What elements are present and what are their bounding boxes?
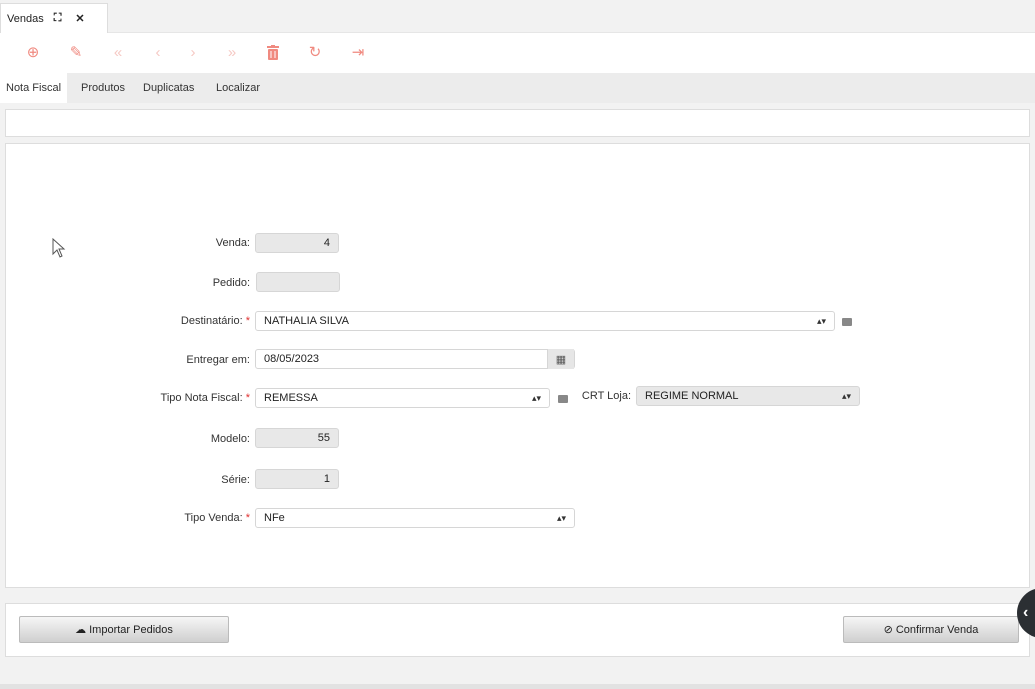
required-mark: * (245, 392, 250, 404)
window-tabbar: Vendas ⛶ ✕ (0, 0, 1035, 33)
expand-icon[interactable]: ⛶ (54, 12, 62, 25)
actions-bar: ☁ Importar Pedidos ⊘ Confirmar Venda (5, 603, 1030, 657)
pedido-field[interactable] (256, 272, 340, 292)
destinatario-value: NATHALIA SILVA (264, 315, 349, 327)
plus-circle-icon: ⊕ (26, 44, 40, 61)
required-mark: * (245, 512, 250, 524)
last-button[interactable]: » (221, 42, 243, 62)
close-icon[interactable]: ✕ (75, 12, 84, 25)
destinatario-select[interactable]: NATHALIA SILVA ▴▾ (255, 311, 835, 331)
entregar-em-value: 08/05/2023 (264, 353, 320, 365)
confirmar-venda-label: Confirmar Venda (895, 623, 979, 636)
exit-button[interactable]: ⇥ (347, 42, 369, 62)
tipo-venda-label: Tipo Venda: * (184, 512, 250, 524)
tab-duplicatas[interactable]: Duplicatas (137, 73, 200, 103)
refresh-icon: ↻ (308, 44, 322, 61)
chevron-left-icon: ‹ (1023, 604, 1029, 621)
tipo-venda-select[interactable]: NFe ▴▾ (255, 508, 575, 528)
delete-button[interactable] (262, 42, 284, 62)
entregar-em-field[interactable]: 08/05/2023 ▦ (255, 349, 575, 369)
crt-loja-label: CRT Loja: (581, 390, 631, 402)
venda-field[interactable]: 4 (255, 233, 339, 253)
calendar-icon[interactable]: ▦ (547, 349, 574, 369)
destinatario-calculator-icon[interactable] (842, 318, 852, 326)
serie-label: Série: (221, 474, 250, 486)
tipo-nota-fiscal-value: REMESSA (264, 392, 318, 404)
crt-loja-select[interactable]: REGIME NORMAL ▴▾ (636, 386, 860, 406)
edit-button[interactable]: ✎ (65, 42, 87, 62)
importar-pedidos-label: Importar Pedidos (89, 623, 173, 636)
required-mark: * (245, 315, 250, 327)
window-title: Vendas (7, 12, 44, 25)
prev-button[interactable]: ‹ (147, 42, 169, 62)
cloud-download-icon: ☁ (75, 624, 87, 636)
chevron-right-icon: › (190, 43, 196, 61)
double-chevron-right-icon: » (227, 43, 237, 61)
filter-bar[interactable] (5, 109, 1030, 137)
tabs-bar: Nota Fiscal Produtos Duplicatas Localiza… (0, 73, 1035, 103)
sign-out-icon: ⇥ (351, 44, 365, 61)
add-button[interactable]: ⊕ (22, 42, 44, 62)
crt-loja-value: REGIME NORMAL (645, 390, 739, 402)
chevron-left-icon: ‹ (155, 43, 161, 61)
trash-icon (267, 44, 279, 60)
refresh-button[interactable]: ↻ (304, 42, 326, 62)
double-chevron-left-icon: « (113, 43, 123, 61)
destinatario-label: Destinatário: * (180, 315, 250, 327)
tab-produtos[interactable]: Produtos (75, 73, 131, 103)
importar-pedidos-button[interactable]: ☁ Importar Pedidos (19, 616, 229, 643)
window-tab-vendas[interactable]: Vendas ⛶ ✕ (0, 3, 108, 33)
tipo-nota-fiscal-label: Tipo Nota Fiscal: * (160, 392, 250, 404)
tab-localizar[interactable]: Localizar (210, 73, 266, 103)
pedido-label: Pedido: (212, 277, 250, 289)
form-panel: Venda: 4 Pedido: Destinatário: * NATHALI… (5, 143, 1030, 588)
next-button[interactable]: › (182, 42, 204, 62)
tab-nota-fiscal[interactable]: Nota Fiscal (0, 73, 68, 103)
toolbar: ⊕ ✎ « ‹ › » ↻ ⇥ (0, 33, 1035, 73)
modelo-field[interactable]: 55 (255, 428, 339, 448)
footer-strip (0, 684, 1035, 689)
serie-field[interactable]: 1 (255, 469, 339, 489)
tipo-venda-value: NFe (264, 512, 285, 524)
pencil-icon: ✎ (69, 44, 83, 61)
entregar-em-label: Entregar em: (186, 354, 250, 366)
mouse-cursor-icon (52, 238, 66, 258)
check-circle-icon: ⊘ (883, 624, 893, 636)
select-arrows-icon: ▴▾ (556, 512, 566, 523)
select-arrows-icon: ▴▾ (816, 315, 826, 326)
venda-label: Venda: (215, 237, 250, 249)
modelo-label: Modelo: (210, 433, 250, 445)
first-button[interactable]: « (107, 42, 129, 62)
confirmar-venda-button[interactable]: ⊘ Confirmar Venda (843, 616, 1019, 643)
select-arrows-icon: ▴▾ (841, 390, 851, 401)
